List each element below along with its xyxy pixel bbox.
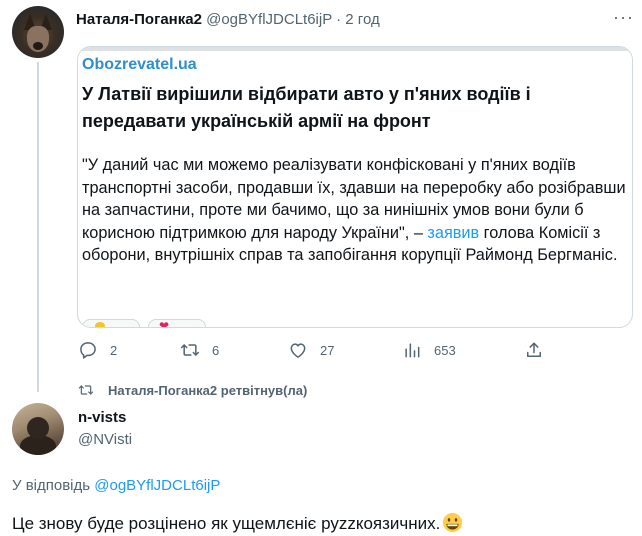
- retweet-notice-text: Наталя-Поганка2 ретвітнув(ла): [108, 382, 308, 398]
- card-top-strip: [78, 47, 632, 51]
- header-separator: ·: [336, 11, 342, 28]
- more-icon[interactable]: ···: [613, 8, 634, 26]
- share-icon: [527, 342, 541, 357]
- reply-to-line: У відповідь @ogBYflJDCLt6ijP: [12, 476, 220, 496]
- share-button[interactable]: [524, 338, 544, 362]
- reply-button[interactable]: 2: [78, 338, 117, 362]
- reply-to-handle[interactable]: @ogBYflJDCLt6ijP: [94, 477, 220, 494]
- reply-author-name[interactable]: n-vists: [78, 409, 126, 427]
- views-count: 653: [434, 342, 456, 358]
- card-content: Obozrevatel.ua У Латвії вирішили відбира…: [82, 55, 628, 267]
- reply-author-handle[interactable]: @NVisti: [78, 431, 132, 449]
- thumbs-up-icon: [95, 322, 105, 327]
- tweet-header: Наталя-Поганка2 @ogBYflJDCLt6ijP · 2 год: [76, 10, 380, 30]
- author-avatar[interactable]: [12, 6, 64, 58]
- reply-icon: [80, 342, 96, 359]
- views-button[interactable]: 653: [402, 338, 456, 362]
- article-card[interactable]: Obozrevatel.ua У Латвії вирішили відбира…: [77, 46, 633, 328]
- avatar-snout: [33, 42, 43, 50]
- like-count: 27: [320, 342, 335, 358]
- tweet-time[interactable]: 2 год: [345, 11, 379, 28]
- card-headline: У Латвії вирішили відбирати авто у п'яни…: [82, 84, 531, 131]
- heart-icon: ❤: [159, 319, 170, 328]
- retweet-icon: [180, 344, 200, 356]
- author-name[interactable]: Наталя-Поганка2: [76, 11, 202, 28]
- card-source[interactable]: Obozrevatel.ua: [82, 55, 628, 75]
- reply-to-prefix: У відповідь: [12, 477, 95, 494]
- thread-connector-line: [37, 62, 39, 392]
- like-button[interactable]: 27: [288, 338, 334, 362]
- reaction-chip-heart[interactable]: ❤: [148, 319, 206, 328]
- retweet-icon: [78, 385, 94, 395]
- reaction-chip-thumbs[interactable]: [82, 319, 140, 327]
- retweet-button[interactable]: 6: [180, 338, 219, 362]
- avatar-head: [27, 417, 49, 439]
- reply-count: 2: [110, 342, 118, 358]
- quote-link[interactable]: заявив: [427, 224, 479, 242]
- reply-author-avatar[interactable]: [12, 403, 64, 455]
- reply-text-content: Це знову буде розцінено як ущемлєніє руz…: [12, 514, 441, 533]
- tweet-actions: 2 6 27 653: [76, 338, 546, 362]
- card-quote: "У даний час ми можемо реалізувати конфі…: [82, 154, 630, 267]
- retweet-notice[interactable]: Наталя-Поганка2 ретвітнув(ла): [78, 380, 307, 400]
- tweet[interactable]: Наталя-Поганка2 @ogBYflJDCLt6ijP · 2 год…: [0, 0, 642, 375]
- grinning-face-icon: [443, 512, 463, 533]
- heart-outline-icon: [290, 343, 306, 358]
- analytics-icon: [405, 343, 420, 358]
- author-handle[interactable]: @ogBYflJDCLt6ijP: [206, 11, 332, 28]
- retweet-count: 6: [212, 342, 220, 358]
- reply-text: Це знову буде розцінено як ущемлєніє руz…: [12, 512, 463, 535]
